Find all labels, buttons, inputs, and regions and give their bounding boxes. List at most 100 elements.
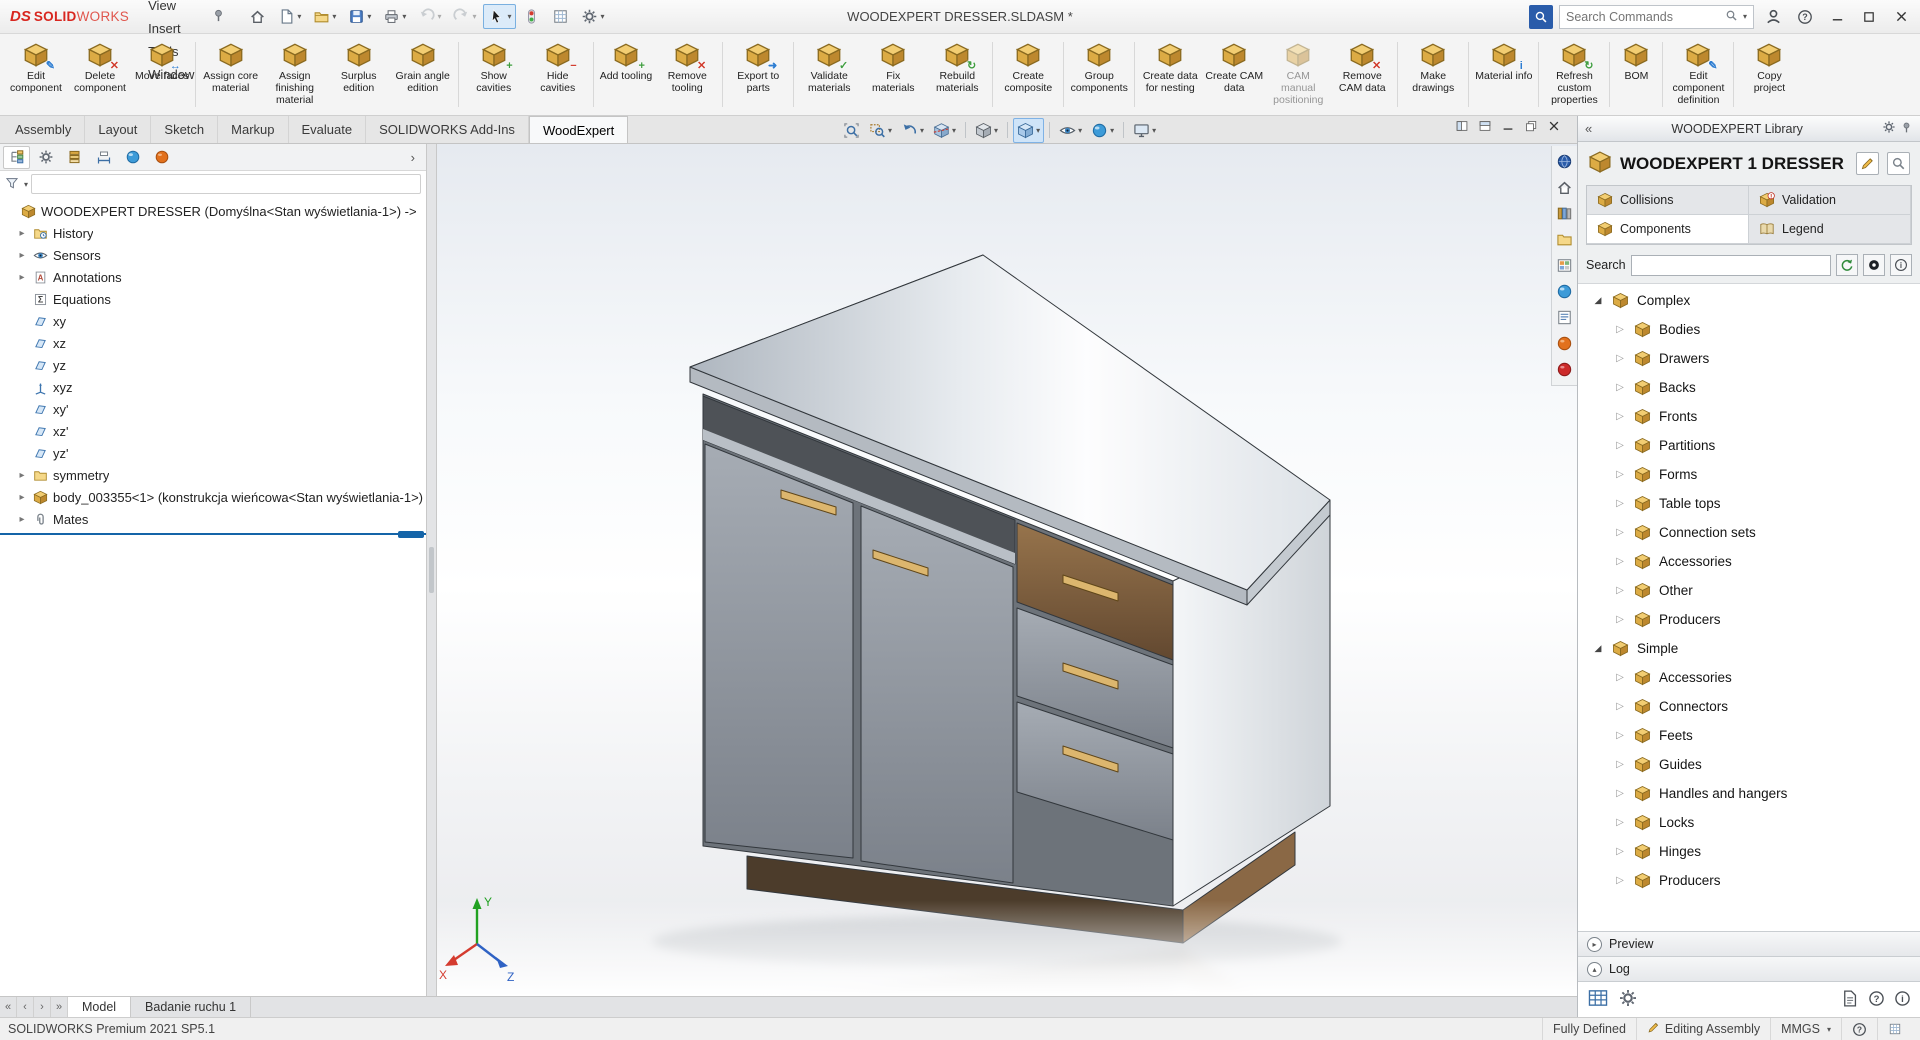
refresh-button[interactable] xyxy=(1836,254,1858,276)
expander-icon[interactable]: ▸ xyxy=(16,470,28,481)
sphere-button[interactable]: ▾ xyxy=(1087,118,1118,143)
library-item-partitions[interactable]: ▷Partitions xyxy=(1578,431,1920,460)
panel-gear-icon[interactable] xyxy=(1882,120,1896,137)
expander-icon[interactable]: ▷ xyxy=(1614,730,1626,741)
surplus-edition-button[interactable]: Surplus edition xyxy=(327,36,391,113)
expander-icon[interactable]: ▷ xyxy=(1614,469,1626,480)
eye-button[interactable]: ▾ xyxy=(1055,118,1086,143)
expand-panel-icon[interactable]: › xyxy=(403,150,423,165)
rebuild-materials-button[interactable]: ↻Rebuild materials xyxy=(925,36,989,113)
make-drawings-button[interactable]: Make drawings xyxy=(1401,36,1465,113)
tree-item-xy[interactable]: xy xyxy=(0,310,426,332)
tree-item-mates[interactable]: ▸Mates xyxy=(0,508,426,530)
expander-icon[interactable]: ▷ xyxy=(1614,440,1626,451)
menu-insert[interactable]: Insert xyxy=(139,17,203,40)
pane-left-doc-button[interactable] xyxy=(1455,119,1469,133)
remove-cam-data-button[interactable]: ✕Remove CAM data xyxy=(1330,36,1394,113)
library-item-bodies[interactable]: ▷Bodies xyxy=(1578,315,1920,344)
library-item-table-tops[interactable]: ▷Table tops xyxy=(1578,489,1920,518)
pane-top-doc-button[interactable] xyxy=(1478,119,1492,133)
section-view-button[interactable]: ▾ xyxy=(929,118,960,143)
undo-button[interactable]: ▾ xyxy=(413,4,446,29)
panel-splitter[interactable] xyxy=(427,144,437,996)
view-palette-tab[interactable] xyxy=(1554,255,1576,276)
design-library-tab[interactable] xyxy=(1554,203,1576,224)
tree-item-xz[interactable]: xz' xyxy=(0,420,426,442)
library-info-button[interactable]: i xyxy=(1890,254,1912,276)
library-item-forms[interactable]: ▷Forms xyxy=(1578,460,1920,489)
expander-icon[interactable]: ▷ xyxy=(1614,382,1626,393)
library-tab-validation[interactable]: !Validation xyxy=(1749,186,1911,215)
tree-item-woodexpert-dresser-domy-lna-stan-w[interactable]: WOODEXPERT DRESSER (Domyślna<Stan wyświe… xyxy=(0,200,426,222)
prev-view-button[interactable]: ▾ xyxy=(897,118,928,143)
grain-angle-edition-button[interactable]: Grain angle edition xyxy=(391,36,455,113)
menu-view[interactable]: View xyxy=(139,0,203,17)
minimize-button[interactable] xyxy=(1824,4,1850,30)
tree-item-sensors[interactable]: ▸Sensors xyxy=(0,244,426,266)
validate-materials-button[interactable]: ✓Validate materials xyxy=(797,36,861,113)
library-group-complex[interactable]: ◢Complex xyxy=(1578,286,1920,315)
tree-item-history[interactable]: ▸History xyxy=(0,222,426,244)
expander-icon[interactable]: ▷ xyxy=(1614,498,1626,509)
fix-materials-button[interactable]: Fix materials xyxy=(861,36,925,113)
log-section[interactable]: ▴ Log xyxy=(1578,956,1920,981)
woodexpert-tools-tab-tab[interactable] xyxy=(1554,359,1576,380)
print-button[interactable]: ▾ xyxy=(378,4,411,29)
library-tab-components[interactable]: Components xyxy=(1587,215,1749,244)
library-item-connection-sets[interactable]: ▷Connection sets xyxy=(1578,518,1920,547)
edit-component-button[interactable]: ✎Edit component xyxy=(4,36,68,113)
sheet-grid-button[interactable] xyxy=(547,4,574,29)
cube-blue-button[interactable]: ▾ xyxy=(1013,118,1044,143)
add-tooling-button[interactable]: +Add tooling xyxy=(597,36,656,113)
export-to-parts-button[interactable]: ➜Export to parts xyxy=(726,36,790,113)
propertymanager-tab[interactable] xyxy=(32,146,59,169)
group-components-button[interactable]: Group components xyxy=(1067,36,1131,113)
expander-icon[interactable]: ▸ xyxy=(16,492,28,503)
units-selector[interactable]: MMGS▾ xyxy=(1770,1018,1841,1040)
material-info-button[interactable]: iMaterial info xyxy=(1472,36,1535,113)
expander-icon[interactable]: ▷ xyxy=(1614,324,1626,335)
expander-icon[interactable]: ▷ xyxy=(1614,759,1626,770)
gear-button[interactable]: ▾ xyxy=(576,4,609,29)
pin-menubar-button[interactable] xyxy=(211,8,226,26)
dimxpertmanager-tab[interactable] xyxy=(90,146,117,169)
tab-woodexpert[interactable]: WoodExpert xyxy=(529,116,628,143)
library-item-accessories[interactable]: ▷Accessories xyxy=(1578,547,1920,576)
splitter-grip[interactable] xyxy=(429,547,434,593)
doc-new-button[interactable]: ▾ xyxy=(273,4,306,29)
library-item-hinges[interactable]: ▷Hinges xyxy=(1578,837,1920,866)
appearances-tab[interactable] xyxy=(1554,281,1576,302)
tree-item-symmetry[interactable]: ▸symmetry xyxy=(0,464,426,486)
footer-help-button[interactable]: ? xyxy=(1868,990,1885,1010)
expander-icon[interactable]: ▷ xyxy=(1614,585,1626,596)
tab-solidworks-add-ins[interactable]: SOLIDWORKS Add-Ins xyxy=(366,116,529,143)
navigation-tab[interactable] xyxy=(1554,151,1576,172)
first-model-tab-button[interactable]: « xyxy=(0,997,17,1017)
create-composite-button[interactable]: Create composite xyxy=(996,36,1060,113)
help-button[interactable]: ? xyxy=(1792,4,1818,30)
delete-component-button[interactable]: ✕Delete component xyxy=(68,36,132,113)
rebuild-button[interactable] xyxy=(518,4,545,29)
bom-button[interactable]: BOM xyxy=(1613,36,1659,113)
table-button[interactable] xyxy=(1587,987,1609,1012)
prev-model-tab-button[interactable]: ‹ xyxy=(17,997,34,1017)
model-tab-model[interactable]: Model xyxy=(68,997,131,1017)
library-item-feets[interactable]: ▷Feets xyxy=(1578,721,1920,750)
next-model-tab-button[interactable]: › xyxy=(34,997,51,1017)
configurationmanager-tab[interactable] xyxy=(61,146,88,169)
tree-item-yz[interactable]: yz xyxy=(0,354,426,376)
document-button[interactable] xyxy=(1840,989,1859,1011)
graphics-viewport[interactable]: Y X Z xyxy=(437,144,1577,996)
filter-funnel-icon[interactable] xyxy=(5,176,19,193)
expander-icon[interactable]: ▸ xyxy=(16,228,28,239)
displaymanager-tab[interactable] xyxy=(119,146,146,169)
cursor-button[interactable]: ▾ xyxy=(483,4,516,29)
search-scope-button[interactable] xyxy=(1529,5,1553,29)
expander-icon[interactable]: ▷ xyxy=(1614,875,1626,886)
collapse-panel-icon[interactable]: « xyxy=(1585,121,1592,136)
close-doc-button[interactable] xyxy=(1547,119,1561,133)
woodexpert-library-tab-tab[interactable] xyxy=(1554,333,1576,354)
dresser-model[interactable] xyxy=(690,255,1330,943)
search-input[interactable] xyxy=(1566,10,1722,24)
rollback-bar[interactable] xyxy=(0,533,426,535)
